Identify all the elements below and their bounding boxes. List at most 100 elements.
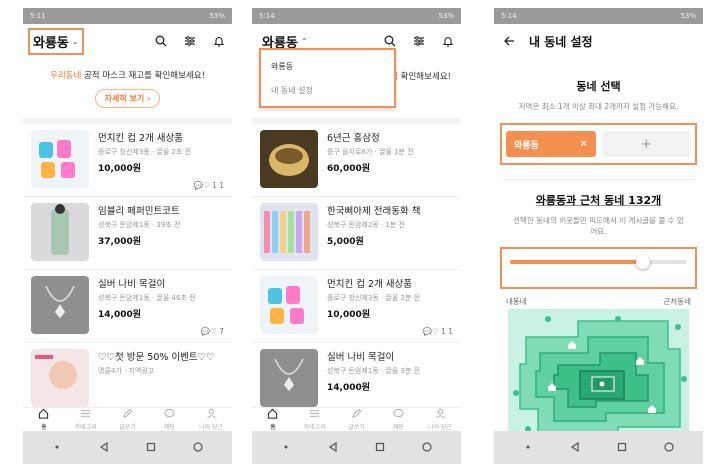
nav-item[interactable]: 나의 당근 xyxy=(190,408,232,431)
list-item[interactable]: 먼치킨 컵 2개 새상품 종로구 창신제3동 · 끌올 2초 전 10,000원 💬♡… xyxy=(23,124,232,197)
list-item[interactable]: 먼치킨 컵 2개 새상품 종로구 창신제3동 · 끌올 2분 전 10,000원 💬♡… xyxy=(252,270,461,343)
bell-icon[interactable] xyxy=(442,35,454,47)
close-icon[interactable]: × xyxy=(580,139,588,149)
dot-icon[interactable] xyxy=(522,438,534,457)
location-label: 와룡동 xyxy=(33,35,69,51)
item-counts: 💬♡ 1 1 xyxy=(423,327,453,336)
home-circle-icon[interactable] xyxy=(192,438,204,457)
item-title: 먼치킨 컵 2개 새상품 xyxy=(98,133,184,144)
item-info: ♡♡첫 방문 50% 이벤트♡♡ 명륜4가 · 지역광고 xyxy=(98,349,224,407)
nearby-section-subtitle: 선택한 동네의 이웃들만 피드에서 이 게시글을 볼 수 있어요. xyxy=(513,216,684,236)
slider-far-label: 근처동네 xyxy=(663,297,691,306)
status-bar: 5:14 53% xyxy=(252,8,461,24)
nav-label: 글쓰기 xyxy=(348,424,365,431)
item-title: 임블리 페퍼민트코트 xyxy=(98,206,180,217)
location-dropdown: 와룡동 내 동네 설정 xyxy=(259,48,396,108)
item-info: 한국삐아제 전래동화 책 성북구 돈암제2동 · 1분 전 5,000원 xyxy=(327,203,453,269)
nav-item[interactable]: 카테고리 xyxy=(294,408,336,431)
app-bar-actions xyxy=(384,35,454,47)
list-item[interactable]: 실버 나비 목걸이 성북구 돈암제1동 · 끌올 46초 전 14,000원 💬♡ 7 xyxy=(23,270,232,343)
chip-label: 와룡동 xyxy=(514,140,539,151)
profile-icon xyxy=(435,408,446,421)
search-icon[interactable] xyxy=(155,35,167,47)
app-bar: 와룡동 ⌄ xyxy=(23,24,232,58)
recents-square-icon[interactable] xyxy=(374,438,386,457)
nav-item[interactable]: 나의 당근 xyxy=(419,408,461,431)
recents-square-icon[interactable] xyxy=(145,438,157,457)
slider-handle[interactable] xyxy=(635,255,650,269)
list-item[interactable]: 한국삐아제 전래동화 책 성북구 돈암제2동 · 1분 전 5,000원 xyxy=(252,197,461,270)
dropdown-item-current[interactable]: 와룡동 xyxy=(271,61,384,72)
item-meta: 종로구 창신제3동 · 끌올 2초 전 xyxy=(98,148,192,156)
add-neighborhood-button[interactable]: + xyxy=(601,131,691,157)
item-price: 5,000원 xyxy=(327,237,364,247)
jar-thumbnail xyxy=(260,130,318,188)
nearby-section-title: 와룡동과 근처 동네 132개 xyxy=(535,194,662,207)
back-triangle-icon[interactable] xyxy=(569,438,581,457)
item-title: ♡♡첫 방문 50% 이벤트♡♡ xyxy=(98,352,215,363)
search-icon[interactable] xyxy=(384,35,396,47)
status-battery: 53% xyxy=(680,12,696,20)
back-arrow-icon[interactable] xyxy=(503,35,515,47)
nav-item[interactable]: 글쓰기 xyxy=(107,408,149,431)
slider-track[interactable] xyxy=(510,255,687,269)
item-info: 임블리 페퍼민트코트성북구 돈암제1동 · 39초 전 37,000원 xyxy=(98,203,224,269)
neighborhood-chips: 와룡동 × + xyxy=(500,123,697,165)
home-circle-icon[interactable] xyxy=(421,438,433,457)
cups-thumbnail xyxy=(31,130,89,188)
dot-icon[interactable] xyxy=(51,438,63,457)
list-item[interactable]: 임블리 페퍼민트코트성북구 돈암제1동 · 39초 전 37,000원 xyxy=(23,197,232,270)
filter-icon[interactable] xyxy=(184,35,196,47)
nav-item[interactable]: 글쓰기 xyxy=(336,408,378,431)
map-illustration xyxy=(508,309,689,439)
cups-thumbnail xyxy=(260,276,318,334)
nav-item[interactable]: 홈 xyxy=(252,408,294,431)
location-selector[interactable]: 와룡동 ⌄ xyxy=(28,27,84,55)
product-list: 6년근 홍삼정 중구 을지로6가 · 끌올 1분 전 60,000원 한국삐아제 전래… xyxy=(252,124,461,407)
write-icon xyxy=(351,408,362,421)
back-triangle-icon[interactable] xyxy=(327,438,339,457)
item-price: 37,000원 xyxy=(98,237,142,247)
nav-item[interactable]: 채팅 xyxy=(377,408,419,431)
dot-icon[interactable] xyxy=(280,438,292,457)
status-time: 5:14 xyxy=(501,12,517,20)
count-values: 1 1 xyxy=(441,327,453,336)
bottom-nav: 홈 카테고리 글쓰기 채팅 나의 당근 xyxy=(252,407,461,431)
item-meta: 성북구 돈암제1동 · 39초 전 xyxy=(98,221,181,229)
list-item[interactable]: ♡♡첫 방문 50% 이벤트♡♡ 명륜4가 · 지역광고 xyxy=(23,343,232,407)
nav-label: 홈 xyxy=(270,424,276,431)
home-circle-icon[interactable] xyxy=(663,438,675,457)
system-nav-bar xyxy=(494,431,703,464)
category-icon xyxy=(309,408,320,421)
status-bar: 5:14 53% xyxy=(494,8,703,24)
filter-icon[interactable] xyxy=(413,35,425,47)
bottom-nav: 홈 카테고리 글쓰기 채팅 나의 당근 xyxy=(23,407,232,431)
item-meta: 종로구 창신제3동 · 끌올 2분 전 xyxy=(327,294,421,302)
count-values: 1 1 xyxy=(212,181,224,190)
nav-label: 글쓰기 xyxy=(119,424,136,431)
recents-square-icon[interactable] xyxy=(616,438,628,457)
banner-message: 공적 마스크 재고를 확인해보세요! xyxy=(81,70,205,81)
nav-label: 나의 당근 xyxy=(199,424,224,431)
page-title: 내 동네 설정 xyxy=(529,34,593,49)
nav-item[interactable]: 채팅 xyxy=(148,408,190,431)
dropdown-item-settings[interactable]: 내 동네 설정 xyxy=(271,85,384,96)
item-price: 10,000원 xyxy=(98,164,142,174)
list-item[interactable]: 6년근 홍삼정 중구 을지로6가 · 끌올 1분 전 60,000원 xyxy=(252,124,461,197)
necklace-thumbnail xyxy=(31,276,89,334)
back-triangle-icon[interactable] xyxy=(98,438,110,457)
bell-icon[interactable] xyxy=(213,35,225,47)
list-item[interactable]: 실버 나비 목걸이 성북구 돈암제1동 · 끌올 3분 전 14,000원 xyxy=(252,343,461,407)
selected-neighborhood-chip[interactable]: 와룡동 × xyxy=(506,131,596,157)
nav-item[interactable]: 홈 xyxy=(23,408,65,431)
banner-detail-button[interactable]: 자세히 보기 › xyxy=(94,88,161,108)
slider-near-label: 내동네 xyxy=(506,297,527,306)
mask-banner: 우리동네 공적 마스크 재고를 확인해보세요! 자세히 보기 › xyxy=(23,58,232,124)
nav-item[interactable]: 카테고리 xyxy=(65,408,107,431)
chevron-down-icon: ⌄ xyxy=(71,36,79,46)
